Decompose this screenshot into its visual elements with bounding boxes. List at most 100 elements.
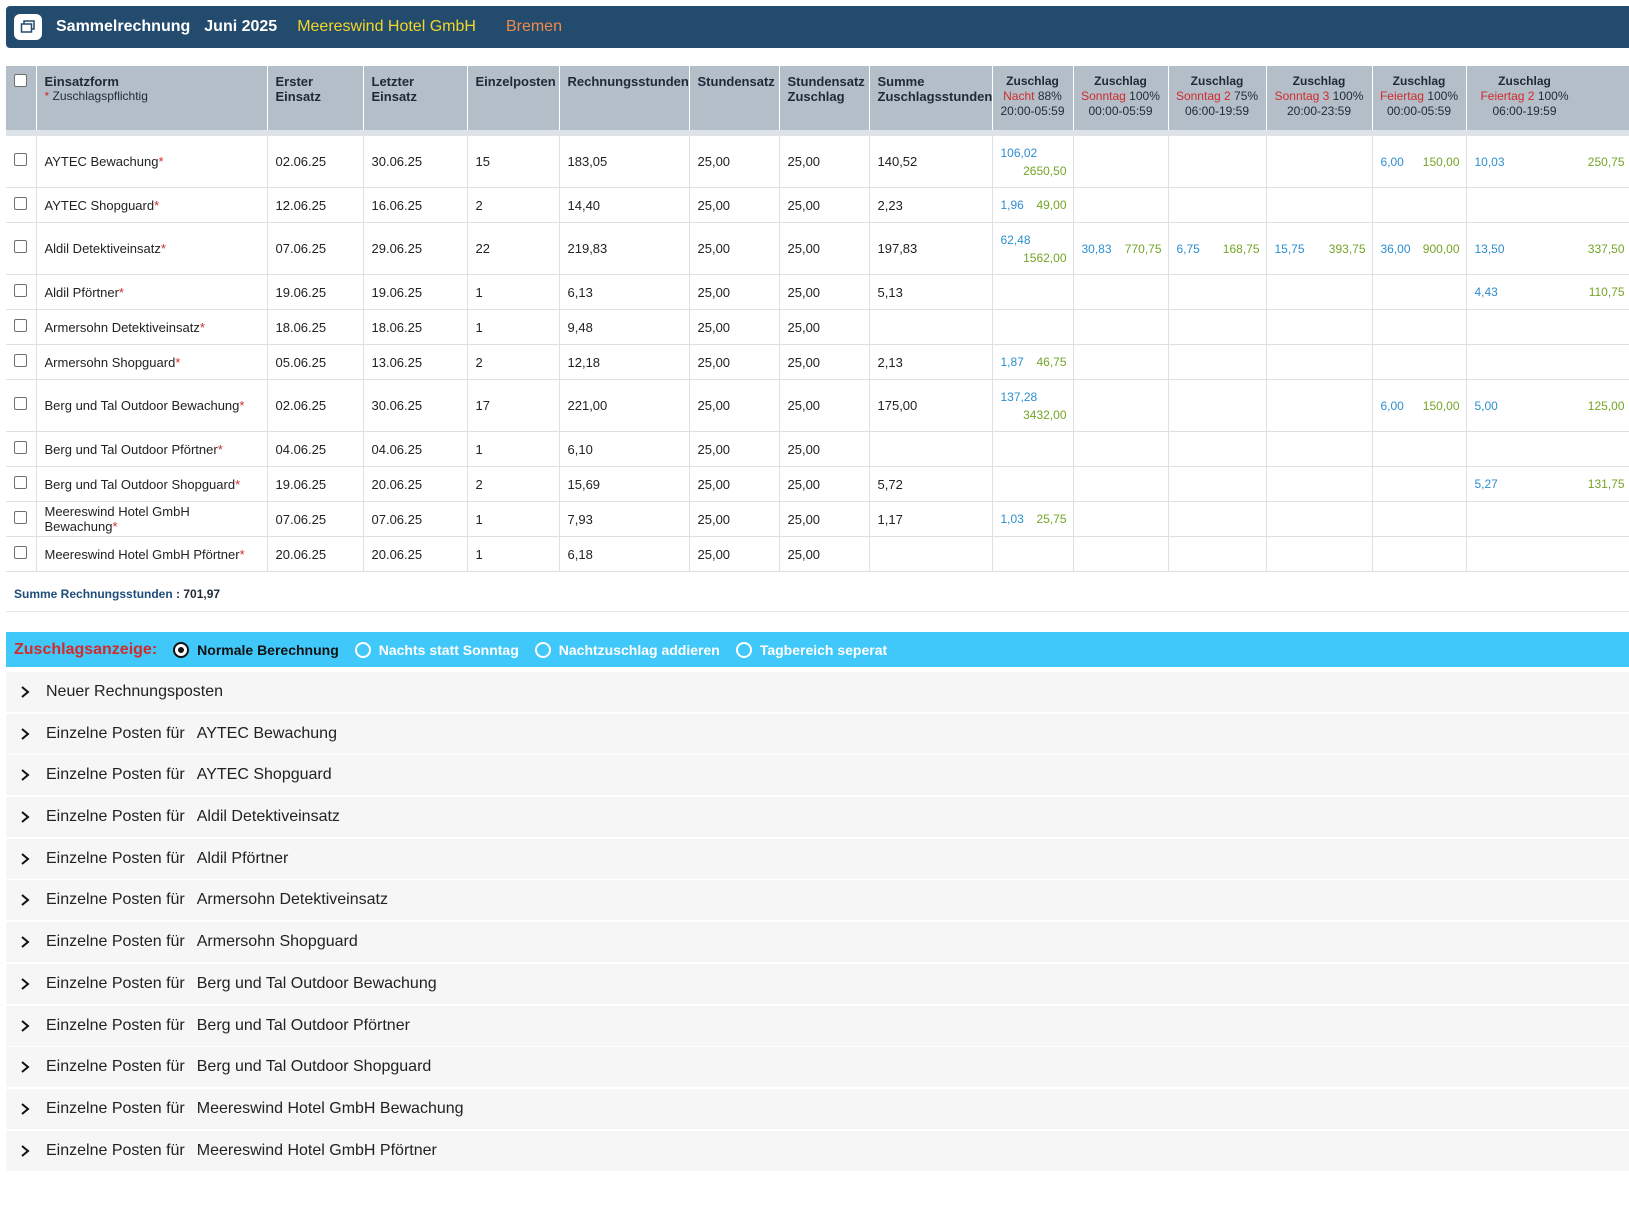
- row-checkbox[interactable]: [14, 153, 27, 167]
- cell-rstd: 6,10: [559, 431, 690, 467]
- zuschlag-hours: 62,48: [1000, 232, 1031, 247]
- zuschlag-sonntag-2-cell: [1168, 379, 1267, 432]
- row-checkbox[interactable]: [14, 510, 27, 524]
- accordion-item[interactable]: Einzelne Posten für Armersohn Shopguard: [6, 922, 1629, 963]
- row-checkbox[interactable]: [14, 440, 27, 454]
- table-header-row: Einsatzform * Zuschlagspflichtig Erster …: [6, 66, 1629, 136]
- zuschlag-sonntag-2-cell: [1168, 309, 1267, 345]
- col-zuschlag-feiertag-2[interactable]: Zuschlag Feiertag 2 100% 06:00-19:59: [1466, 66, 1629, 136]
- cell-satz_z: 25,00: [779, 379, 870, 432]
- radio-nachtzuschlag-addieren[interactable]: Nachtzuschlag addieren: [534, 641, 720, 658]
- cell-summe: 5,13: [869, 274, 993, 310]
- col-zuschlag-sonntag-2[interactable]: Zuschlag Sonntag 2 75% 06:00-19:59: [1168, 66, 1267, 136]
- accordion-item[interactable]: Einzelne Posten für Aldil Detektiveinsatz: [6, 797, 1629, 838]
- col-einsatzform[interactable]: Einsatzform * Zuschlagspflichtig: [36, 66, 268, 136]
- zuschlag-feiertag-2-cell: [1466, 309, 1629, 345]
- cell-satz_z: 25,00: [779, 133, 870, 188]
- col-stundensatz-zuschlag[interactable]: Stundensatz Zuschlag: [779, 66, 870, 136]
- radio-tagbereich-seperat[interactable]: Tagbereich seperat: [735, 641, 887, 658]
- cell-rstd: 14,40: [559, 187, 690, 223]
- window-restore-icon[interactable]: [14, 14, 42, 40]
- zuschlagsanzeige-label: Zuschlagsanzeige:: [14, 640, 158, 658]
- select-all-checkbox[interactable]: [14, 74, 27, 88]
- col-einzelposten[interactable]: Einzelposten: [467, 66, 560, 136]
- col-zuschlag-sonntag[interactable]: Zuschlag Sonntag 100% 00:00-05:59: [1073, 66, 1169, 136]
- zuschlag-feiertag-2-cell: 13,50 337,50: [1466, 222, 1629, 275]
- cell-summe: 1,17: [869, 501, 993, 537]
- zuschlag-sonntag-3-cell: [1266, 309, 1373, 345]
- col-zuschlag-sonntag-3[interactable]: Zuschlag Sonntag 3 100% 20:00-23:59: [1266, 66, 1373, 136]
- zuschlag-sonntag-2-cell: [1168, 466, 1267, 502]
- row-select-cell: [6, 274, 37, 310]
- radio-button[interactable]: [735, 641, 752, 658]
- row-checkbox[interactable]: [14, 353, 27, 367]
- row-checkbox[interactable]: [14, 318, 27, 332]
- cell-erster: 02.06.25: [267, 133, 364, 188]
- cell-einzel: 2: [467, 344, 560, 380]
- divider: [6, 611, 1629, 612]
- row-checkbox[interactable]: [14, 545, 27, 559]
- zuschlag-feiertag-cell: [1372, 431, 1467, 467]
- zuschlag-amount: 900,00: [1422, 241, 1460, 256]
- col-summe-zuschlagsstunden[interactable]: Summe Zuschlagsstunden: [869, 66, 993, 136]
- accordion-item[interactable]: Einzelne Posten für Meereswind Hotel GmbH…: [6, 1088, 1629, 1129]
- zuschlagsanzeige-bar: Zuschlagsanzeige: Normale Berechnung Nach…: [6, 632, 1629, 667]
- page-header: Sammelrechnung Juni 2025 Meereswind Hote…: [6, 6, 1629, 48]
- col-erster-einsatz[interactable]: Erster Einsatz: [267, 66, 364, 136]
- cell-rstd: 12,18: [559, 344, 690, 380]
- zuschlag-feiertag-cell: [1372, 344, 1467, 380]
- zuschlag-amount: 168,75: [1222, 241, 1260, 256]
- accordion-item[interactable]: Einzelne Posten für Berg und Tal Outdoor …: [6, 963, 1629, 1004]
- zuschlag-hours: 5,00: [1474, 398, 1498, 413]
- col-rechnungsstunden[interactable]: Rechnungsstunden: [559, 66, 690, 136]
- radio-button[interactable]: [354, 641, 371, 658]
- cell-einzel: 1: [467, 274, 560, 310]
- company-name: Meereswind Hotel GmbH: [297, 18, 476, 35]
- row-checkbox[interactable]: [14, 196, 27, 210]
- col-zuschlag-nacht[interactable]: Zuschlag Nacht 88% 20:00-05:59: [992, 66, 1074, 136]
- zuschlag-sonntag-3-cell: [1266, 431, 1373, 467]
- cell-satz_z: 25,00: [779, 466, 870, 502]
- einsatzform-cell: Armersohn Detektiveinsatz*: [36, 309, 268, 345]
- cell-satz: 25,00: [689, 133, 780, 188]
- cell-summe: 140,52: [869, 133, 993, 188]
- zuschlag-nacht-cell: [992, 466, 1074, 502]
- zuschlag-sonntag-2-cell: [1168, 187, 1267, 223]
- zuschlag-sonntag-2-cell: [1168, 431, 1267, 467]
- col-zuschlag-feiertag[interactable]: Zuschlag Feiertag 100% 00:00-05:59: [1372, 66, 1467, 136]
- cell-letzter: 29.06.25: [363, 222, 468, 275]
- accordion-item[interactable]: Einzelne Posten für Berg und Tal Outdoor …: [6, 1005, 1629, 1046]
- zuschlag-amount: 46,75: [1036, 355, 1067, 369]
- chevron-right-icon: [20, 1019, 34, 1033]
- col-letzter-einsatz[interactable]: Letzter Einsatz: [363, 66, 468, 136]
- radio-button[interactable]: [173, 641, 190, 658]
- zuschlag-feiertag-2-cell: 4,43 110,75: [1466, 274, 1629, 310]
- radio-nachts-statt-sonntag[interactable]: Nachts statt Sonntag: [354, 641, 519, 658]
- row-checkbox[interactable]: [14, 475, 27, 489]
- accordion-item[interactable]: Einzelne Posten für Meereswind Hotel GmbH…: [6, 1130, 1629, 1171]
- accordion-item[interactable]: Einzelne Posten für Aldil Pförtner: [6, 838, 1629, 879]
- zuschlag-nacht-cell: 1,87 46,75: [992, 344, 1074, 380]
- cell-satz: 25,00: [689, 501, 780, 537]
- row-checkbox[interactable]: [14, 240, 27, 254]
- cell-satz_z: 25,00: [779, 536, 870, 572]
- accordion-item[interactable]: Einzelne Posten für AYTEC Shopguard: [6, 755, 1629, 796]
- zuschlag-feiertag-2-cell: 10,03 250,75: [1466, 133, 1629, 188]
- accordion-item[interactable]: Einzelne Posten für Berg und Tal Outdoor …: [6, 1047, 1629, 1088]
- row-checkbox[interactable]: [14, 397, 27, 411]
- cell-summe: 175,00: [869, 379, 993, 432]
- radio-button[interactable]: [534, 641, 551, 658]
- zuschlag-amount: 770,75: [1124, 241, 1162, 256]
- zuschlag-sonntag-2-cell: [1168, 536, 1267, 572]
- zuschlag-sonntag-cell: [1073, 379, 1169, 432]
- accordion-item[interactable]: Einzelne Posten für Armersohn Detektivein…: [6, 880, 1629, 921]
- zuschlag-hours: 10,03: [1474, 154, 1505, 169]
- accordion-item[interactable]: Einzelne Posten für AYTEC Bewachung: [6, 713, 1629, 754]
- accordion-neuer-rechnungsposten[interactable]: Neuer Rechnungsposten: [6, 672, 1629, 712]
- city-name: Bremen: [505, 18, 562, 35]
- zuschlag-feiertag-cell: 6,00 150,00: [1372, 379, 1467, 432]
- row-checkbox[interactable]: [14, 283, 27, 297]
- radio-normale-berechnung[interactable]: Normale Berechnung: [173, 641, 339, 658]
- row-select-cell: [6, 222, 37, 275]
- col-stundensatz[interactable]: Stundensatz: [689, 66, 780, 136]
